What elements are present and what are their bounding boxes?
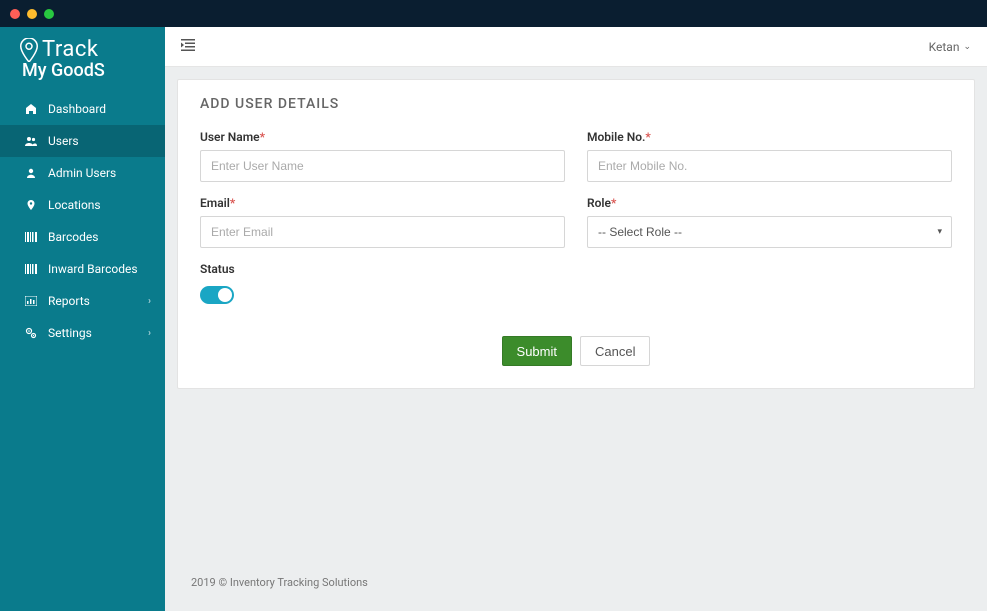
window-titlebar [0,0,987,27]
sidebar-item-label: Barcodes [48,230,98,244]
mobile-label: Mobile No.* [587,130,952,144]
status-toggle[interactable] [200,286,234,304]
sidebar-item-barcodes[interactable]: Barcodes [0,221,165,253]
topbar: Ketan ⌄ [165,27,987,67]
cancel-button[interactable]: Cancel [580,336,650,366]
username-input[interactable] [200,150,565,182]
main-area: Ketan ⌄ ADD USER DETAILS User Name* [165,27,987,611]
mobile-input[interactable] [587,150,952,182]
role-label: Role* [587,196,952,210]
sidebar-item-label: Reports [48,294,90,308]
indent-icon [181,39,195,51]
submit-button[interactable]: Submit [502,336,572,366]
sidebar: Track My GoodS Dashboard Users [0,27,165,611]
user-name: Ketan [929,40,960,54]
sidebar-item-label: Admin Users [48,166,116,180]
barcode-icon [24,230,38,244]
email-input[interactable] [200,216,565,248]
username-label: User Name* [200,130,565,144]
users-icon [24,134,38,148]
status-label: Status [200,262,952,276]
report-icon [24,294,38,308]
chevron-down-icon: ⌄ [963,42,971,52]
window-minimize-icon[interactable] [27,9,37,19]
window-maximize-icon[interactable] [44,9,54,19]
form-card: ADD USER DETAILS User Name* Mobile No.* [177,79,975,389]
email-label: Email* [200,196,565,210]
user-icon [24,166,38,180]
sidebar-item-locations[interactable]: Locations [0,189,165,221]
home-icon [24,102,38,116]
gears-icon [24,326,38,340]
content: ADD USER DETAILS User Name* Mobile No.* [165,67,987,611]
app-window: Track My GoodS Dashboard Users [0,0,987,611]
sidebar-item-admin-users[interactable]: Admin Users [0,157,165,189]
window-close-icon[interactable] [10,9,20,19]
sidebar-item-inward-barcodes[interactable]: Inward Barcodes [0,253,165,285]
logo-text-line2: My GoodS [22,60,155,81]
app-body: Track My GoodS Dashboard Users [0,27,987,611]
pin-icon [20,38,38,62]
sidebar-item-dashboard[interactable]: Dashboard [0,93,165,125]
sidebar-item-settings[interactable]: Settings › [0,317,165,349]
user-menu[interactable]: Ketan ⌄ [929,40,971,54]
footer-text: 2019 © Inventory Tracking Solutions [177,566,975,599]
page-title: ADD USER DETAILS [200,96,952,112]
sidebar-item-label: Dashboard [48,102,106,116]
sidebar-item-label: Users [48,134,79,148]
app-logo: Track My GoodS [0,27,165,93]
chevron-right-icon: › [148,296,151,307]
sidebar-toggle-button[interactable] [181,39,195,55]
location-icon [24,198,38,212]
sidebar-item-reports[interactable]: Reports › [0,285,165,317]
chevron-right-icon: › [148,328,151,339]
sidebar-nav: Dashboard Users Admin Users [0,93,165,349]
sidebar-item-users[interactable]: Users [0,125,165,157]
logo-text-line1: Track [42,37,98,62]
role-select[interactable]: -- Select Role -- [587,216,952,248]
sidebar-item-label: Locations [48,198,101,212]
sidebar-item-label: Settings [48,326,92,340]
barcode-icon [24,262,38,276]
sidebar-item-label: Inward Barcodes [48,262,138,276]
